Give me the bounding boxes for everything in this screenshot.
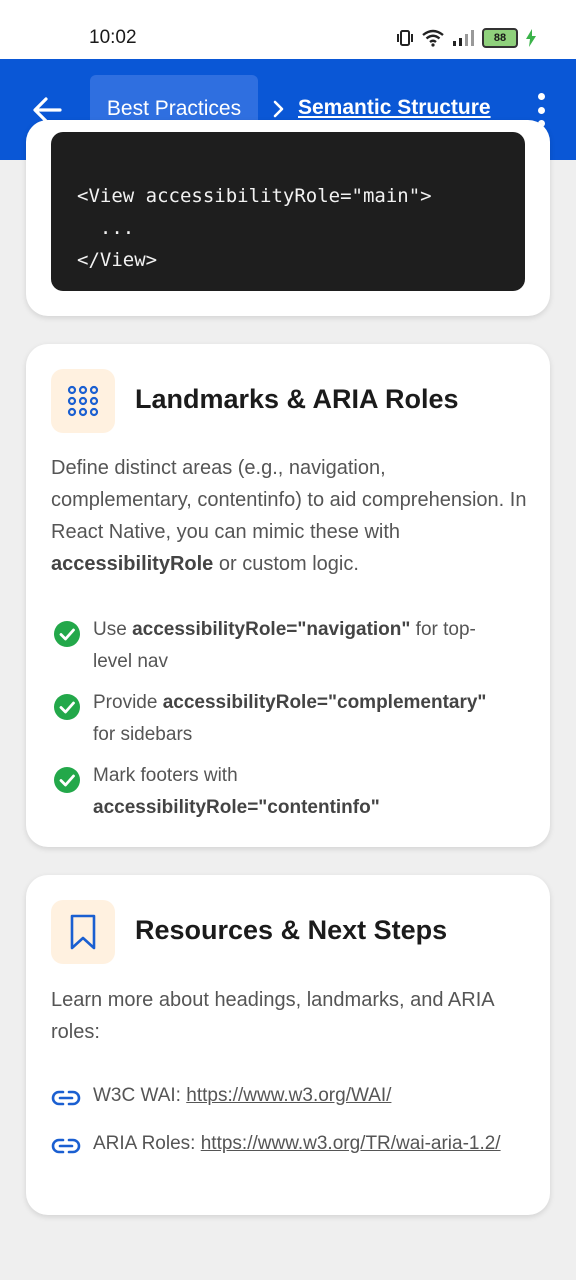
- resources-description: Learn more about headings, landmarks, an…: [51, 989, 494, 1043]
- check-circle-icon: [54, 621, 80, 647]
- resources-title: Resources & Next Steps: [135, 915, 448, 945]
- code-line: ...: [77, 217, 135, 239]
- landmarks-card: Landmarks & ARIA Roles Define distinct a…: [26, 344, 550, 847]
- wifi-icon: [422, 29, 444, 47]
- list-item-text: Mark footers with accessibilityRole="con…: [93, 765, 380, 818]
- aria-roles-link[interactable]: https://www.w3.org/TR/wai-aria-1.2/: [201, 1133, 501, 1154]
- code-line: </View>: [77, 249, 158, 271]
- link-icon: [51, 1138, 81, 1154]
- status-time: 10:02: [89, 27, 137, 48]
- resources-icon-box: [51, 900, 115, 964]
- vibrate-icon: [397, 30, 413, 46]
- w3c-wai-link[interactable]: https://www.w3.org/WAI/: [186, 1085, 391, 1106]
- status-bar: 10:02 88: [0, 0, 576, 59]
- chevron-right-icon: [273, 100, 284, 118]
- code-example-card: <View accessibilityRole="main"> ... </Vi…: [26, 120, 550, 316]
- resources-card: Resources & Next Steps Learn more about …: [26, 875, 550, 1215]
- list-item-text: Provide accessibilityRole="complementary…: [93, 692, 487, 745]
- link-icon: [51, 1090, 81, 1106]
- apps-grid-icon: [67, 385, 99, 417]
- signal-icon: [453, 30, 474, 46]
- code-line: <View accessibilityRole="main">: [77, 185, 432, 207]
- breadcrumb-semantic-structure[interactable]: Semantic Structure: [298, 96, 491, 120]
- system-icons: 88: [396, 28, 536, 48]
- resource-link-text: ARIA Roles: https://www.w3.org/TR/wai-ar…: [93, 1133, 501, 1154]
- battery-indicator: 88: [482, 28, 518, 48]
- code-block: <View accessibilityRole="main"> ... </Vi…: [51, 132, 525, 291]
- list-item-text: Use accessibilityRole="navigation" for t…: [93, 619, 476, 672]
- landmarks-icon-box: [51, 369, 115, 433]
- bookmark-icon: [70, 914, 96, 950]
- landmarks-title: Landmarks & ARIA Roles: [135, 384, 459, 414]
- charging-icon: [526, 29, 536, 47]
- check-circle-icon: [54, 767, 80, 793]
- check-circle-icon: [54, 694, 80, 720]
- resource-link-text: W3C WAI: https://www.w3.org/WAI/: [93, 1085, 392, 1106]
- landmarks-description: Define distinct areas (e.g., navigation,…: [51, 457, 527, 575]
